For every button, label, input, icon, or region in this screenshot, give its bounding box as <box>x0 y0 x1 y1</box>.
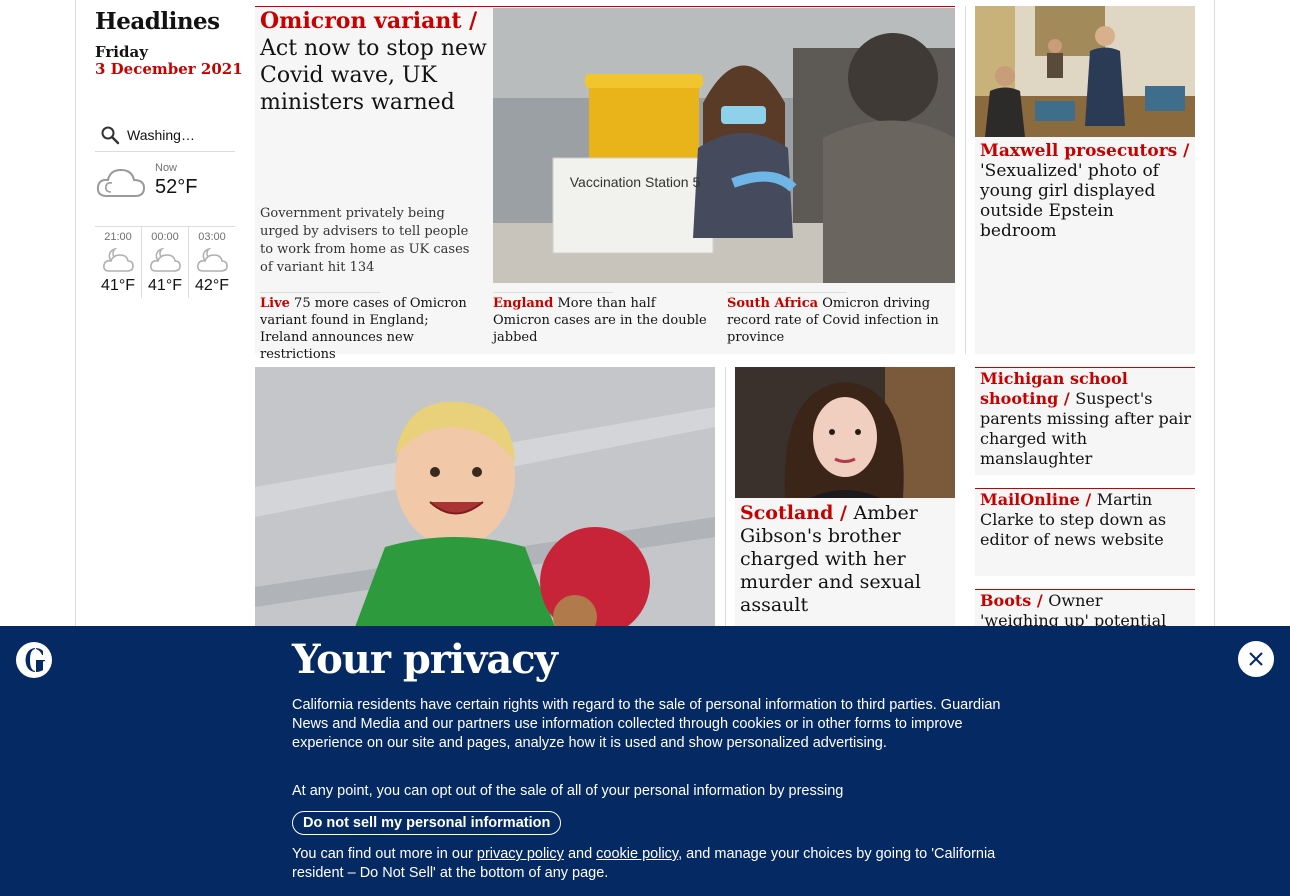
boots-kicker: Boots / <box>980 591 1043 610</box>
forecast-item: 03:00 42°F <box>189 227 235 298</box>
column-divider <box>725 367 726 627</box>
weather-now-temp: 52°F <box>155 176 198 198</box>
scotland-kicker: Scotland / <box>740 502 847 524</box>
card-rule <box>975 589 1195 590</box>
privacy-paragraph-2: At any point, you can opt out of the sal… <box>292 783 844 799</box>
privacy-p3-start: You can find out more in our <box>292 846 473 862</box>
top-story-rule <box>255 6 955 7</box>
scotland-headline[interactable]: Scotland / Amber Gibson's brother charge… <box>740 502 945 617</box>
privacy-p3-and: and <box>567 846 593 862</box>
weather-now-label: Now <box>155 162 178 174</box>
card-rule <box>975 488 1195 489</box>
partly-cloudy-night-icon <box>150 247 181 272</box>
cookie-policy-link[interactable]: cookie policy <box>596 846 678 862</box>
courtroom-sketch-art <box>975 6 1195 137</box>
forecast-item: 00:00 41°F <box>142 227 189 298</box>
sublink-rule <box>493 292 613 293</box>
vaccination-photo-art <box>493 8 955 283</box>
child-photo[interactable] <box>255 367 715 627</box>
date-day: Friday <box>95 43 148 61</box>
courtroom-sketch[interactable] <box>975 6 1195 137</box>
sublink-text: 75 more cases of Omicron variant found i… <box>260 296 467 362</box>
sublink-live[interactable]: Live 75 more cases of Omicron variant fo… <box>260 295 480 363</box>
guardian-logo-icon <box>16 642 52 678</box>
maxwell-headline[interactable]: Maxwell prosecutors / 'Sexualized' photo… <box>980 141 1190 241</box>
close-icon <box>1249 652 1263 666</box>
mailonline-headline[interactable]: MailOnline / Martin Clarke to step down … <box>980 490 1185 550</box>
vaccination-station-sign: Vaccination Station 5 <box>569 174 701 190</box>
forecast-time: 03:00 <box>198 231 226 243</box>
partly-cloudy-night-icon <box>103 247 134 272</box>
portrait-photo-art <box>735 367 955 498</box>
sublink-england[interactable]: England More than half Omicron cases are… <box>493 295 713 346</box>
card-rule <box>975 367 1195 368</box>
do-not-sell-button[interactable]: Do not sell my personal information <box>292 811 562 835</box>
top-story-headline-text: Act now to stop new Covid wave, UK minis… <box>260 36 487 115</box>
forecast-temp: 42°F <box>195 277 229 294</box>
vaccination-photo[interactable]: Vaccination Station 5 <box>493 8 955 283</box>
privacy-banner: Your privacy California residents have c… <box>0 626 1290 896</box>
forecast-item: 21:00 41°F <box>95 227 142 298</box>
top-story-kicker: Omicron variant / <box>260 8 478 34</box>
top-story-trail: Government privately being urged by advi… <box>260 206 470 275</box>
forecast-temp: 41°F <box>101 277 135 294</box>
cloud-icon <box>96 168 146 197</box>
maxwell-kicker: Maxwell prosecutors / <box>980 141 1190 161</box>
maxwell-headline-text: 'Sexualized' photo of young girl display… <box>980 161 1159 241</box>
sublink-rule <box>727 292 847 293</box>
weather-location: Washing… <box>127 126 195 143</box>
column-divider <box>965 6 966 354</box>
weather-location-search[interactable]: Washing… <box>95 118 235 152</box>
sublink-south-africa[interactable]: South Africa Omicron driving record rate… <box>727 295 947 346</box>
search-icon <box>101 126 120 144</box>
sublink-kicker: South Africa <box>727 296 819 311</box>
sublink-rule <box>260 292 380 293</box>
portrait-photo[interactable] <box>735 367 955 498</box>
weather-forecast: 21:00 41°F 00:00 41°F 03:00 42°F <box>95 226 235 298</box>
sublink-kicker: Live <box>260 296 290 311</box>
privacy-title: Your privacy <box>292 636 558 683</box>
section-title: Headlines <box>95 8 220 35</box>
sublink-kicker: England <box>493 296 554 311</box>
top-story-headline[interactable]: Omicron variant / Act now to stop new Co… <box>260 8 488 116</box>
forecast-time: 00:00 <box>151 231 179 243</box>
weather-now: Now 52°F <box>95 160 235 210</box>
partly-cloudy-night-icon <box>197 247 228 272</box>
child-photo-art <box>255 367 715 627</box>
mailonline-kicker: MailOnline / <box>980 490 1092 509</box>
privacy-paragraph-1: California residents have certain rights… <box>292 697 1001 751</box>
michigan-headline[interactable]: Michigan school shooting / Suspect's par… <box>980 369 1192 469</box>
close-privacy-button[interactable] <box>1238 641 1274 677</box>
privacy-policy-link[interactable]: privacy policy <box>477 846 564 862</box>
date-full: 3 December 2021 <box>95 60 243 78</box>
forecast-temp: 41°F <box>148 277 182 294</box>
privacy-paragraph-3: You can find out more in our privacy pol… <box>292 845 1002 883</box>
forecast-time: 21:00 <box>104 231 132 243</box>
